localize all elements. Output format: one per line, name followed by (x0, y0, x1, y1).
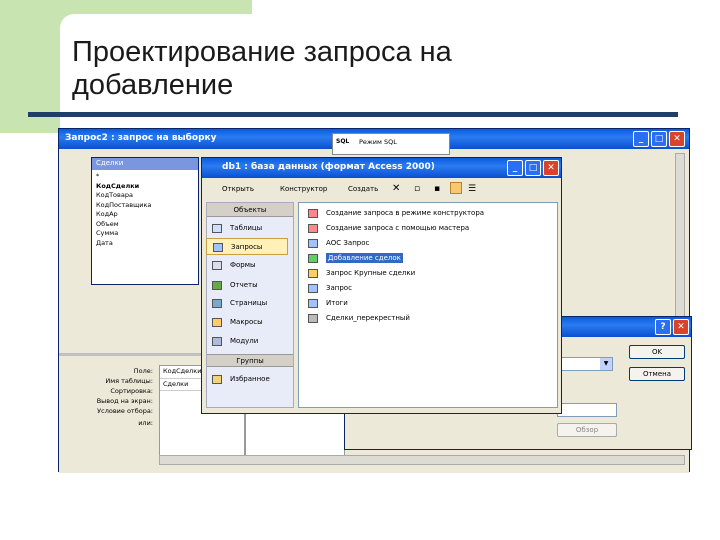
nav-forms[interactable]: Формы (206, 257, 288, 274)
db-close-button[interactable]: ✕ (543, 160, 559, 176)
nav-modules[interactable]: Модули (206, 333, 288, 350)
create-button[interactable]: Создать (348, 185, 378, 193)
report-icon (212, 281, 222, 290)
table-icon (212, 224, 222, 233)
slide-title: Проектирование запроса на добавление (72, 36, 452, 102)
minimize-button[interactable]: _ (633, 131, 649, 147)
query-item-crosstab[interactable]: Сделки_перекрестный (304, 312, 410, 325)
db-toolbar: Открыть Конструктор Создать ✕ ▫ ▪ ☰ (202, 180, 561, 200)
field-item[interactable]: КодТовара (96, 191, 194, 201)
slide-title-line1: Проектирование запроса на (72, 36, 452, 68)
table-field-list[interactable]: Сделки * КодСделки КодТовара КодПоставщи… (91, 157, 199, 285)
list-view-icon[interactable] (450, 182, 462, 194)
form-icon (212, 261, 222, 270)
close-button[interactable]: ✕ (669, 131, 685, 147)
title-underline (28, 112, 678, 117)
large-icons-icon[interactable]: ▫ (414, 184, 420, 194)
design-button[interactable]: Конструктор (280, 185, 327, 193)
groups-header: Группы (207, 354, 293, 367)
crosstab-query-icon (308, 314, 318, 323)
query-item-wizard[interactable]: Создание запроса с помощью мастера (304, 222, 469, 235)
query-icon (308, 239, 318, 248)
macro-icon (212, 318, 222, 327)
make-table-query-icon (308, 269, 318, 278)
field-item[interactable]: КодПоставщика (96, 201, 194, 211)
query-item-append[interactable]: Добавление сделок (304, 252, 403, 265)
page-icon (212, 299, 222, 308)
wizard-icon (308, 209, 318, 218)
query-window-title: Запрос2 : запрос на выборку (65, 133, 217, 143)
open-button[interactable]: Открыть (222, 185, 254, 193)
grid-label-or: или: (138, 419, 153, 427)
dialog-close-button[interactable]: ✕ (673, 319, 689, 335)
field-item[interactable]: Объем (96, 220, 194, 230)
sql-icon: SQL (336, 138, 350, 145)
query-item-aos[interactable]: АОС Запрос (304, 237, 369, 250)
nav-macros[interactable]: Макросы (206, 314, 288, 331)
cancel-button[interactable]: Отмена (629, 367, 685, 381)
nav-pages[interactable]: Страницы (206, 295, 288, 312)
small-icons-icon[interactable]: ▪ (434, 184, 440, 194)
field-item[interactable]: Дата (96, 239, 194, 249)
db-maximize-button[interactable]: □ (525, 160, 541, 176)
query-item-query[interactable]: Запрос (304, 282, 352, 295)
field-item[interactable]: КодСделки (96, 182, 194, 192)
slide-title-line2: добавление (72, 69, 234, 101)
database-window-title: db1 : база данных (формат Access 2000) (222, 162, 435, 172)
file-name-field[interactable] (557, 403, 617, 417)
field-item[interactable]: КодАр (96, 210, 194, 220)
help-button[interactable]: ? (655, 319, 671, 335)
grid-label-criteria: Условие отбора: (97, 407, 153, 415)
nav-tables[interactable]: Таблицы (206, 220, 288, 237)
browse-button[interactable]: Обзор (557, 423, 617, 437)
db-minimize-button[interactable]: _ (507, 160, 523, 176)
ok-button[interactable]: OK (629, 345, 685, 359)
nav-queries[interactable]: Запросы (206, 238, 288, 255)
sql-view-item[interactable]: Режим SQL (359, 138, 397, 148)
delete-icon[interactable]: ✕ (392, 183, 400, 194)
nav-reports[interactable]: Отчеты (206, 277, 288, 294)
grid-label-sort: Сортировка: (110, 387, 153, 395)
query-icon (308, 284, 318, 293)
table-field-list-title: Сделки (92, 158, 198, 170)
wizard-icon (308, 224, 318, 233)
folder-icon (212, 375, 222, 384)
query-item-design[interactable]: Создание запроса в режиме конструктора (304, 207, 484, 220)
module-icon (212, 337, 222, 346)
append-query-icon (308, 254, 318, 263)
field-item[interactable]: * (96, 172, 194, 182)
details-view-icon[interactable]: ☰ (468, 184, 476, 194)
table-name-combo[interactable]: ▼ (557, 357, 613, 371)
objects-header: Объекты (207, 203, 293, 217)
query-item-large-deals[interactable]: Запрос Крупные сделки (304, 267, 415, 280)
chevron-down-icon[interactable]: ▼ (600, 358, 612, 370)
grid-label-show: Вывод на экран: (96, 397, 153, 405)
query-icon (213, 243, 223, 252)
grid-label-table: Имя таблицы: (105, 377, 153, 385)
view-menu-popup: SQL Режим SQL (332, 133, 450, 155)
vertical-scrollbar[interactable] (675, 153, 685, 343)
horizontal-scrollbar[interactable] (159, 455, 685, 465)
grid-label-field: Поле: (133, 367, 153, 375)
maximize-button[interactable]: □ (651, 131, 667, 147)
query-icon (308, 299, 318, 308)
field-item[interactable]: Сумма (96, 229, 194, 239)
nav-favorites[interactable]: Избранное (206, 371, 288, 388)
query-item-totals[interactable]: Итоги (304, 297, 348, 310)
database-window: db1 : база данных (формат Access 2000) _… (201, 157, 562, 414)
